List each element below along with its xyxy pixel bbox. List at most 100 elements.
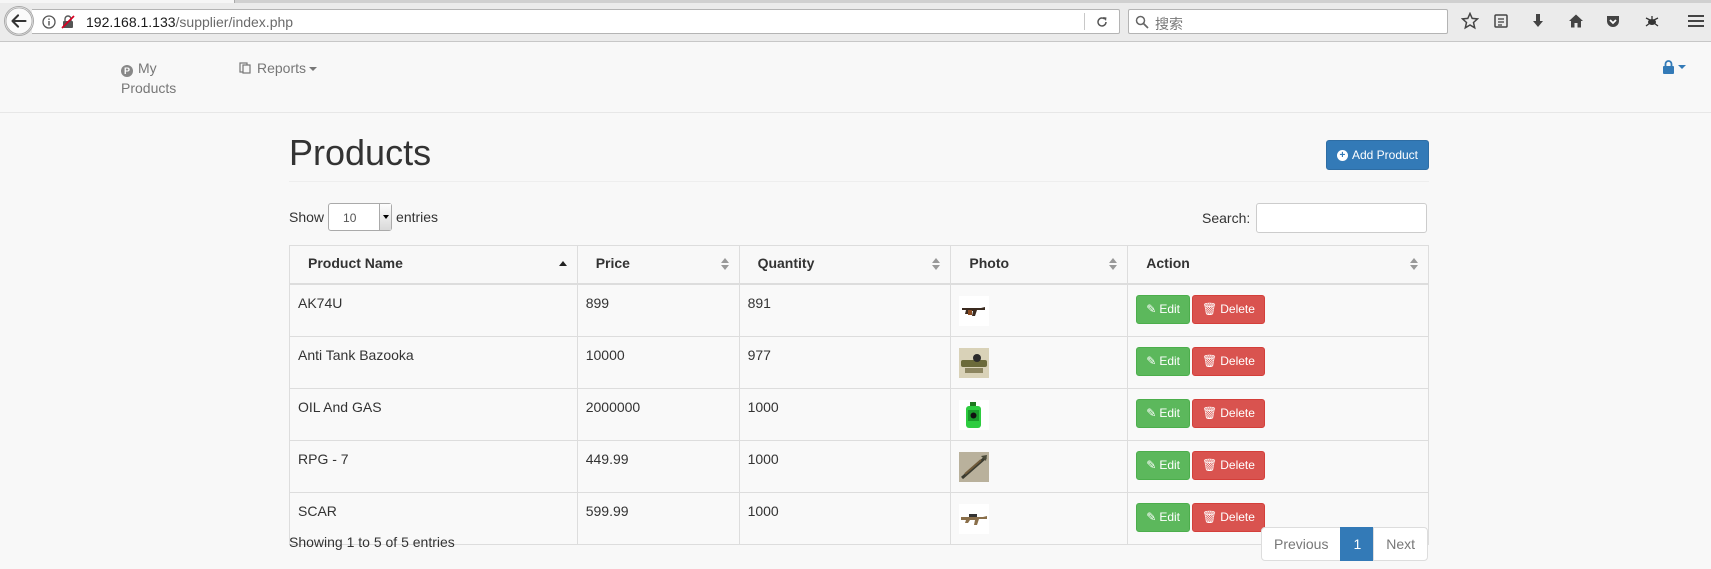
insecure-lock-icon[interactable] (61, 15, 75, 29)
edit-button[interactable]: ✎ Edit (1136, 294, 1191, 324)
rpg-photo[interactable] (959, 451, 990, 482)
add-product-label: Add Product (1351, 148, 1418, 162)
extension-icon[interactable] (1642, 11, 1662, 31)
page-header: Products + Add Product (289, 124, 1429, 182)
col-action[interactable]: Action (1127, 245, 1429, 285)
lock-icon (1663, 60, 1674, 74)
edit-button[interactable]: ✎ Edit (1136, 450, 1191, 480)
back-arrow-icon[interactable] (4, 6, 34, 36)
home-icon[interactable] (1566, 11, 1586, 31)
download-icon[interactable] (1528, 11, 1548, 31)
url-text: 192.168.1.133/supplier/index.php (86, 14, 293, 30)
delete-button[interactable]: 🗑 Delete (1192, 450, 1265, 480)
edit-button[interactable]: ✎ Edit (1136, 398, 1191, 428)
address-bar[interactable]: 192.168.1.133/supplier/index.php (32, 9, 1120, 34)
delete-label: Delete (1220, 510, 1255, 524)
chevron-down-icon (309, 67, 318, 72)
next-page-button[interactable]: Next (1373, 527, 1429, 561)
quantity-cell: 891 (738, 283, 952, 337)
col-label: Product Name (308, 255, 403, 271)
delete-label: Delete (1220, 354, 1255, 368)
products-table: Product Name Price Quantity Photo Action… (289, 245, 1429, 545)
add-product-button[interactable]: + Add Product (1325, 140, 1429, 170)
trash-icon: 🗑 (1202, 510, 1218, 524)
table-info: Showing 1 to 5 of 5 entries (289, 534, 455, 550)
reload-icon[interactable] (1095, 15, 1109, 29)
gas-can-photo[interactable] (959, 399, 990, 430)
col-photo[interactable]: Photo (950, 245, 1129, 285)
entries-label: entries (396, 209, 439, 225)
action-cell: ✎ Edit 🗑 Delete (1127, 283, 1429, 337)
edit-button[interactable]: ✎ Edit (1136, 346, 1191, 376)
table-row: RPG - 7 449.99 1000 ✎ Edit 🗑 Delete (289, 439, 1429, 493)
col-label: Photo (969, 255, 1010, 271)
url-separator (1084, 13, 1085, 30)
col-label: Action (1146, 255, 1190, 271)
nav-products-line2: Products (121, 80, 177, 96)
reader-list-icon[interactable] (1491, 11, 1511, 31)
table-row: Anti Tank Bazooka 10000 977 ✎ Edit 🗑 Delete (289, 335, 1429, 389)
delete-button[interactable]: 🗑 Delete (1192, 398, 1265, 428)
rifle-photo[interactable] (959, 295, 990, 326)
previous-page-button[interactable]: Previous (1261, 527, 1342, 561)
edit-icon: ✎ (1146, 510, 1157, 524)
action-cell: ✎ Edit 🗑 Delete (1127, 335, 1429, 389)
nav-my-products[interactable]: P My Products (121, 58, 176, 98)
edit-icon: ✎ (1146, 406, 1157, 420)
table-row: OIL And GAS 2000000 1000 ✎ Edit 🗑 Delete (289, 387, 1429, 441)
sort-asc-icon (558, 258, 567, 270)
price-cell: 10000 (576, 335, 740, 389)
col-product-name[interactable]: Product Name (289, 245, 578, 285)
menu-hamburger-icon[interactable] (1686, 11, 1706, 31)
table-header-row: Product Name Price Quantity Photo Action (289, 245, 1429, 285)
search-icon (1135, 15, 1149, 29)
quantity-cell: 1000 (738, 387, 952, 441)
edit-label: Edit (1159, 354, 1181, 368)
search-label: Search: (1202, 210, 1251, 226)
table-search-input[interactable] (1256, 203, 1428, 233)
nav-reports-dropdown[interactable]: Reports (239, 58, 318, 78)
entries-select[interactable]: 10 (328, 203, 393, 231)
user-menu-dropdown[interactable] (1662, 60, 1686, 74)
page-1-button[interactable]: 1 (1340, 527, 1375, 561)
action-cell: ✎ Edit 🗑 Delete (1127, 439, 1429, 493)
sort-both-icon (1410, 258, 1418, 270)
delete-label: Delete (1220, 406, 1255, 420)
pocket-icon[interactable] (1603, 11, 1623, 31)
photo-cell (950, 335, 1129, 389)
col-quantity[interactable]: Quantity (738, 245, 952, 285)
delete-button[interactable]: 🗑 Delete (1192, 294, 1265, 324)
price-cell: 449.99 (576, 439, 740, 493)
browser-search-bar[interactable]: 搜索 (1128, 9, 1448, 34)
photo-cell (950, 283, 1129, 337)
trash-icon: 🗑 (1202, 458, 1218, 472)
entries-value: 10 (343, 211, 357, 225)
bookmark-star-icon[interactable] (1460, 11, 1480, 31)
browser-toolbar: 192.168.1.133/supplier/index.php 搜索 (0, 0, 1711, 42)
quantity-cell: 1000 (738, 439, 952, 493)
url-path: /supplier/index.php (175, 14, 294, 30)
length-control: Show 10 entries (289, 203, 438, 231)
action-cell: ✎ Edit 🗑 Delete (1127, 387, 1429, 441)
edit-label: Edit (1159, 458, 1181, 472)
active-tab[interactable] (0, 0, 235, 3)
col-price[interactable]: Price (576, 245, 740, 285)
table-row: SCAR 599.99 1000 ✎ Edit 🗑 Delete (289, 491, 1429, 545)
reports-icon (239, 62, 251, 74)
trash-icon: 🗑 (1202, 302, 1218, 316)
trash-icon: 🗑 (1202, 354, 1218, 368)
tab-strip (0, 0, 1711, 3)
delete-button[interactable]: 🗑 Delete (1192, 502, 1265, 532)
nav-products-line1: My (138, 60, 157, 76)
edit-label: Edit (1159, 406, 1181, 420)
delete-button[interactable]: 🗑 Delete (1192, 346, 1265, 376)
app-navbar: P My Products Reports (0, 43, 1711, 113)
photo-cell (950, 491, 1129, 545)
bazooka-photo[interactable] (959, 347, 990, 378)
pagination: Previous 1 Next (1261, 527, 1429, 561)
edit-button[interactable]: ✎ Edit (1136, 502, 1191, 532)
info-icon[interactable] (42, 15, 56, 29)
table-row: AK74U 899 891 ✎ Edit 🗑 Delete (289, 283, 1429, 337)
price-cell: 599.99 (576, 491, 740, 545)
scar-photo[interactable] (959, 503, 990, 534)
